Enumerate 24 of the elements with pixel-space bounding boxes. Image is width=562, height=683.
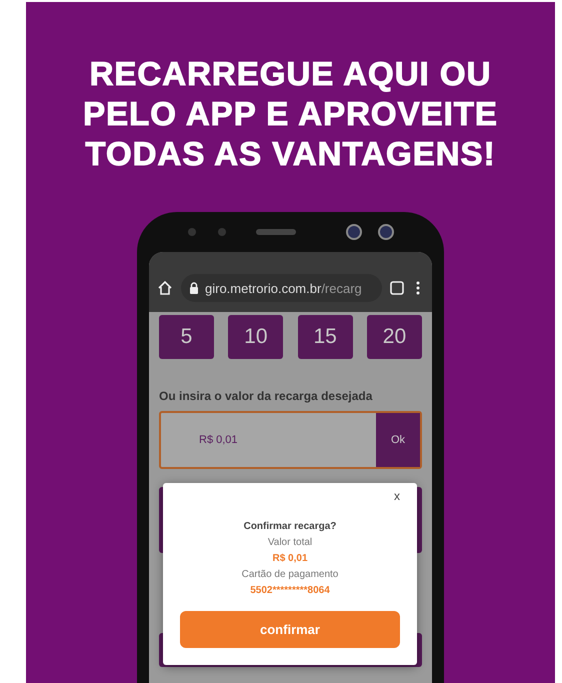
- tabs-icon[interactable]: [390, 281, 404, 295]
- card-label: Cartão de pagamento: [242, 568, 338, 582]
- total-value: R$ 0,01: [272, 552, 308, 566]
- camera-icon: [346, 224, 362, 240]
- amount-button[interactable]: 10: [228, 315, 284, 359]
- sensor-icon: [188, 228, 196, 236]
- ok-button[interactable]: Ok: [376, 413, 420, 467]
- address-bar[interactable]: giro.metrorio.com.br/recarg: [181, 274, 382, 302]
- home-icon[interactable]: [157, 280, 173, 296]
- sensor-icon: [218, 228, 226, 236]
- speaker-icon: [256, 229, 296, 235]
- amount-button[interactable]: 5: [159, 315, 214, 359]
- amount-button[interactable]: 15: [298, 315, 353, 359]
- total-label: Valor total: [268, 536, 312, 550]
- dialog-title: Confirmar recarga?: [244, 520, 336, 534]
- menu-icon[interactable]: [416, 281, 420, 295]
- amount-button[interactable]: 20: [366, 315, 422, 359]
- camera-icon: [378, 224, 394, 240]
- lock-icon: [189, 282, 199, 294]
- headline: RECARREGUE AQUI OU PELO APP E APROVEITE TODAS AS VANTAGENS!: [83, 54, 498, 174]
- amount-label: Ou insira o valor da recarga desejada: [159, 389, 374, 403]
- amount-field[interactable]: R$ 0,01 Ok: [159, 411, 422, 469]
- close-button[interactable]: x: [394, 487, 400, 505]
- card-number: 5502*********8064: [250, 584, 330, 598]
